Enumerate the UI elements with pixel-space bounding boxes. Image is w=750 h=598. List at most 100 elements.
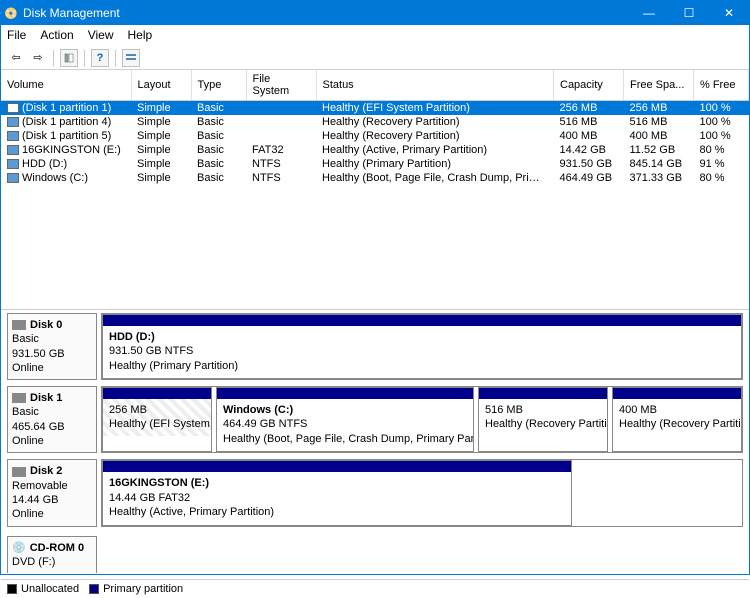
legend-unallocated: Unallocated: [7, 583, 79, 595]
cell-volume: Windows (C:): [1, 171, 131, 185]
cell-type: Basic: [191, 143, 246, 157]
cell-free: 516 MB: [624, 115, 694, 129]
cell-pct: 100 %: [694, 115, 749, 129]
menu-file[interactable]: File: [7, 28, 26, 42]
close-button[interactable]: ✕: [709, 1, 749, 25]
cell-type: Basic: [191, 171, 246, 185]
partition-block[interactable]: 400 MB Healthy (Recovery Partition): [612, 387, 742, 452]
partition-header: [479, 388, 607, 399]
menu-help[interactable]: Help: [128, 28, 153, 42]
help-button[interactable]: ?: [91, 49, 109, 67]
partition-header: [103, 388, 211, 399]
menu-action[interactable]: Action: [40, 28, 73, 42]
col-pct-free[interactable]: % Free: [694, 70, 749, 101]
cell-capacity: 516 MB: [554, 115, 624, 129]
disk-label[interactable]: Disk 1 Basic 465.64 GB Online: [7, 386, 97, 453]
cell-volume: (Disk 1 partition 4): [1, 115, 131, 129]
disk-label[interactable]: Disk 2 Removable 14.44 GB Online: [7, 459, 97, 526]
cell-status: Healthy (Recovery Partition): [316, 115, 554, 129]
partition-header: [217, 388, 473, 399]
cell-status: Healthy (Recovery Partition): [316, 129, 554, 143]
cell-free: 256 MB: [624, 101, 694, 116]
swatch-icon: [89, 584, 99, 594]
menu-view[interactable]: View: [88, 28, 114, 42]
column-headers: Volume Layout Type File System Status Ca…: [1, 70, 749, 101]
col-capacity[interactable]: Capacity: [554, 70, 624, 101]
col-volume[interactable]: Volume: [1, 70, 131, 101]
col-type[interactable]: Type: [191, 70, 246, 101]
table-row[interactable]: Windows (C:)SimpleBasicNTFSHealthy (Boot…: [1, 171, 749, 185]
toolbar: ⇦ ⇨ ?: [1, 46, 749, 70]
partition-block[interactable]: Windows (C:) 464.49 GB NTFS Healthy (Boo…: [216, 387, 474, 452]
disk-icon: [12, 320, 26, 330]
cell-fs: FAT32: [246, 143, 316, 157]
col-filesystem[interactable]: File System: [246, 70, 316, 101]
forward-button[interactable]: ⇨: [29, 49, 47, 67]
partition-header: [613, 388, 741, 399]
cell-layout: Simple: [131, 171, 191, 185]
col-status[interactable]: Status: [316, 70, 554, 101]
cell-fs: [246, 115, 316, 129]
volume-icon: [7, 131, 19, 141]
cell-pct: 100 %: [694, 129, 749, 143]
table-row[interactable]: (Disk 1 partition 1)SimpleBasic Healthy (…: [1, 101, 749, 116]
cell-layout: Simple: [131, 115, 191, 129]
cell-status: Healthy (Boot, Page File, Crash Dump, Pr…: [316, 171, 554, 185]
table-row[interactable]: (Disk 1 partition 4)SimpleBasic Healthy (…: [1, 115, 749, 129]
legend-primary: Primary partition: [89, 583, 183, 595]
cell-volume: (Disk 1 partition 5): [1, 129, 131, 143]
cell-layout: Simple: [131, 129, 191, 143]
table-row[interactable]: 16GKINGSTON (E:)SimpleBasicFAT32Healthy …: [1, 143, 749, 157]
cell-type: Basic: [191, 157, 246, 171]
disk-row-cdrom[interactable]: 💿CD-ROM 0 DVD (F:): [7, 536, 743, 574]
cell-capacity: 400 MB: [554, 129, 624, 143]
window-title: Disk Management: [21, 6, 629, 20]
disk-icon: [12, 393, 26, 403]
app-icon: 📀: [1, 7, 21, 20]
table-row[interactable]: (Disk 1 partition 5)SimpleBasic Healthy (…: [1, 129, 749, 143]
partition-block[interactable]: HDD (D:) 931.50 GB NTFS Healthy (Primary…: [102, 314, 742, 379]
cell-capacity: 14.42 GB: [554, 143, 624, 157]
cell-free: 400 MB: [624, 129, 694, 143]
disk-row-0[interactable]: Disk 0 Basic 931.50 GB Online HDD (D:) 9…: [7, 313, 743, 380]
cell-capacity: 464.49 GB: [554, 171, 624, 185]
disk-icon: [12, 467, 26, 477]
col-freespace[interactable]: Free Spa...: [624, 70, 694, 101]
titlebar: 📀 Disk Management — ☐ ✕: [1, 1, 749, 25]
table-row[interactable]: HDD (D:)SimpleBasicNTFSHealthy (Primary …: [1, 157, 749, 171]
cell-volume: 16GKINGSTON (E:): [1, 143, 131, 157]
menubar: File Action View Help: [1, 25, 749, 46]
disk-label[interactable]: Disk 0 Basic 931.50 GB Online: [7, 313, 97, 380]
volume-list: Volume Layout Type File System Status Ca…: [1, 70, 749, 310]
cell-layout: Simple: [131, 143, 191, 157]
cell-volume: HDD (D:): [1, 157, 131, 171]
cell-layout: Simple: [131, 101, 191, 116]
cell-type: Basic: [191, 101, 246, 116]
back-button[interactable]: ⇦: [7, 49, 25, 67]
cell-type: Basic: [191, 115, 246, 129]
show-hide-console-tree-button[interactable]: [60, 49, 78, 67]
cell-volume: (Disk 1 partition 1): [1, 101, 131, 116]
partition-block[interactable]: 516 MB Healthy (Recovery Partition): [478, 387, 608, 452]
cell-capacity: 931.50 GB: [554, 157, 624, 171]
disk-row-2[interactable]: Disk 2 Removable 14.44 GB Online 16GKING…: [7, 459, 743, 526]
cell-status: Healthy (EFI System Partition): [316, 101, 554, 116]
separator: [53, 50, 54, 66]
cell-free: 371.33 GB: [624, 171, 694, 185]
swatch-icon: [7, 584, 17, 594]
maximize-button[interactable]: ☐: [669, 1, 709, 25]
volume-icon: [7, 117, 19, 127]
legend: Unallocated Primary partition: [1, 579, 749, 598]
disk-label[interactable]: 💿CD-ROM 0 DVD (F:): [7, 536, 97, 574]
cell-pct: 80 %: [694, 171, 749, 185]
minimize-button[interactable]: —: [629, 1, 669, 25]
volume-icon: [7, 159, 19, 169]
partition-block-efi[interactable]: 256 MB Healthy (EFI System Partition): [102, 387, 212, 452]
cell-type: Basic: [191, 129, 246, 143]
disk-row-1[interactable]: Disk 1 Basic 465.64 GB Online 256 MB Hea…: [7, 386, 743, 453]
col-layout[interactable]: Layout: [131, 70, 191, 101]
cell-free: 11.52 GB: [624, 143, 694, 157]
partition-block[interactable]: 16GKINGSTON (E:) 14.44 GB FAT32 Healthy …: [102, 460, 572, 525]
cell-free: 845.14 GB: [624, 157, 694, 171]
view-button[interactable]: [122, 49, 140, 67]
